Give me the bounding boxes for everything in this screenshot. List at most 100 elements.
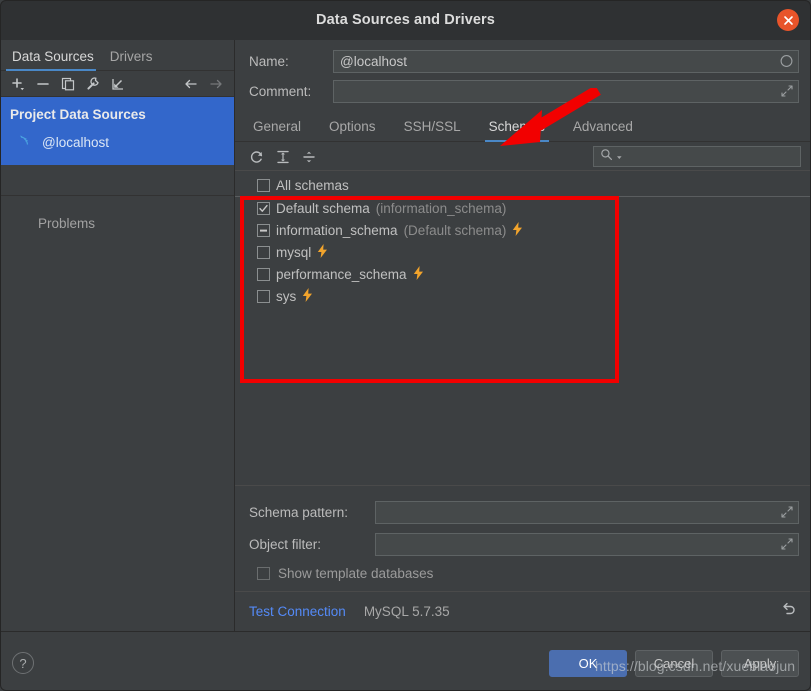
help-label: ? [19, 655, 27, 671]
back-arrow-icon[interactable] [181, 74, 201, 94]
checkbox-unchecked-icon[interactable] [257, 245, 270, 259]
name-label: Name: [249, 53, 289, 69]
tab-data-sources-label: Data Sources [12, 49, 94, 64]
schema-row-information-schema[interactable]: information_schema (Default schema) [235, 219, 811, 241]
sidebar-item-localhost-label: @localhost [42, 135, 109, 150]
tab-schemas-label: Schemas [488, 119, 545, 134]
object-filter-row: Object filter: [249, 528, 799, 560]
sidebar-item-problems[interactable]: Problems [0, 196, 234, 231]
schema-label: mysql [276, 244, 312, 260]
tab-schemas[interactable]: Schemas [475, 119, 559, 142]
dialog-title: Data Sources and Drivers [316, 12, 495, 28]
test-connection-row: Test Connection MySQL 5.7.35 [235, 591, 811, 631]
tab-general[interactable]: General [249, 119, 315, 141]
comment-row: Comment: [235, 74, 811, 108]
dialog-footer: ? OK Cancel Apply [0, 631, 811, 691]
object-filter-label: Object filter: [249, 536, 322, 552]
mysql-dolphin-icon [18, 132, 34, 153]
schema-row-mysql[interactable]: mysql [235, 241, 811, 263]
schema-pattern-wrap [375, 500, 799, 524]
show-template-databases-label: Show template databases [278, 566, 434, 581]
apply-label: Apply [743, 656, 777, 671]
tab-advanced[interactable]: Advanced [559, 119, 647, 141]
apply-button[interactable]: Apply [721, 650, 799, 677]
revert-icon[interactable] [781, 601, 797, 622]
data-source-group-title: Project Data Sources [10, 107, 146, 122]
schema-search-input[interactable] [626, 149, 794, 164]
checkbox-unchecked-icon [257, 567, 270, 580]
schema-row-default-schema[interactable]: Default schema (information_schema) [235, 197, 811, 219]
schema-row-all-schemas[interactable]: All schemas [235, 175, 811, 197]
checkbox-checked-icon[interactable] [257, 201, 270, 215]
schemas-toolbar [235, 142, 811, 170]
tab-drivers[interactable]: Drivers [104, 49, 163, 70]
expand-all-icon[interactable] [273, 147, 293, 167]
comment-field-wrap [333, 79, 799, 103]
tab-options[interactable]: Options [315, 119, 390, 141]
schema-pattern-input[interactable] [375, 500, 799, 524]
cancel-button[interactable]: Cancel [635, 650, 713, 677]
lightning-bolt-icon [512, 222, 523, 238]
wrench-icon[interactable] [83, 74, 103, 94]
lightning-bolt-icon [317, 244, 328, 260]
problems-label: Problems [38, 216, 96, 231]
schema-hint: (Default schema) [403, 222, 507, 238]
tab-general-label: General [253, 119, 302, 134]
object-filter-input[interactable] [375, 532, 799, 556]
footer-buttons: OK Cancel Apply [549, 650, 799, 677]
name-row: Name: [235, 40, 811, 74]
sidebar: Data Sources Drivers Project Data Source… [0, 40, 235, 631]
detail-tabs: General Options SSH/SSL Schemas Advanced [235, 108, 811, 142]
expand-editor-icon[interactable] [781, 538, 793, 550]
tab-ssh-ssl-label: SSH/SSL [403, 119, 461, 134]
detail-pane: Name: Comment: [235, 40, 811, 631]
lightning-bolt-icon [302, 288, 313, 304]
schema-list-area: All schemas Default schema (information_… [235, 170, 811, 485]
schema-row-sys[interactable]: sys [235, 285, 811, 307]
sidebar-tabs: Data Sources Drivers [0, 40, 234, 71]
lightning-bolt-icon [413, 266, 424, 282]
tab-advanced-label: Advanced [572, 119, 633, 134]
tab-drivers-label: Drivers [109, 49, 153, 64]
tab-ssh-ssl[interactable]: SSH/SSL [390, 119, 475, 141]
ok-label: OK [578, 656, 598, 671]
search-dropdown-icon[interactable] [616, 148, 623, 166]
object-filter-wrap [375, 532, 799, 556]
close-icon[interactable] [777, 9, 799, 31]
schema-pattern-label: Schema pattern: [249, 504, 349, 520]
remove-icon[interactable] [33, 74, 53, 94]
schema-search-box[interactable] [593, 146, 801, 167]
bottom-form: Schema pattern: Object filter: Show temp… [235, 485, 811, 591]
schema-label: Default schema [276, 200, 370, 216]
schema-label: performance_schema [276, 266, 407, 282]
search-icon [600, 148, 613, 166]
comment-input[interactable] [333, 79, 799, 103]
tab-options-label: Options [329, 119, 376, 134]
name-field-wrap [333, 49, 799, 73]
import-icon[interactable] [108, 74, 128, 94]
ok-button[interactable]: OK [549, 650, 627, 677]
sidebar-item-localhost[interactable]: @localhost [0, 130, 234, 155]
checkbox-partial-icon[interactable] [257, 223, 270, 237]
name-input[interactable] [333, 49, 799, 73]
help-button[interactable]: ? [12, 652, 34, 674]
add-icon[interactable] [8, 74, 28, 94]
copy-icon[interactable] [58, 74, 78, 94]
expand-editor-icon[interactable] [781, 506, 793, 518]
show-template-databases-checkbox: Show template databases [249, 560, 799, 583]
tab-data-sources[interactable]: Data Sources [6, 49, 104, 71]
test-connection-button[interactable]: Test Connection [249, 604, 346, 619]
schema-row-performance-schema[interactable]: performance_schema [235, 263, 811, 285]
cancel-label: Cancel [653, 656, 695, 671]
sidebar-filler [0, 231, 234, 631]
checkbox-unchecked-icon[interactable] [257, 289, 270, 303]
checkbox-unchecked-icon[interactable] [257, 267, 270, 281]
expand-editor-icon[interactable] [781, 85, 793, 97]
collapse-all-icon[interactable] [299, 147, 319, 167]
refresh-icon[interactable] [247, 147, 267, 167]
checkbox-unchecked-icon[interactable] [257, 179, 270, 192]
title-bar: Data Sources and Drivers [0, 0, 811, 40]
data-source-group: Project Data Sources @localhost [0, 97, 234, 165]
schema-list[interactable]: All schemas Default schema (information_… [235, 171, 811, 485]
schema-label: sys [276, 288, 297, 304]
